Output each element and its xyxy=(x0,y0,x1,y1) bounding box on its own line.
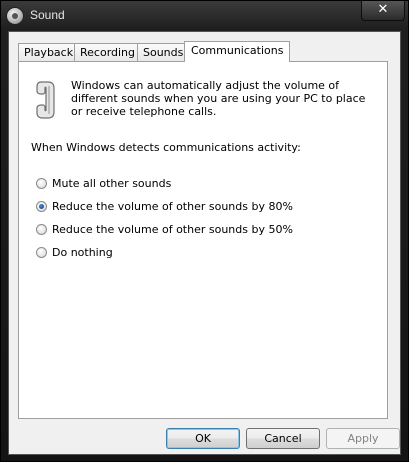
tab-communications[interactable]: Communications xyxy=(184,41,291,62)
option-do-nothing-label: Do nothing xyxy=(52,245,113,259)
speaker-icon xyxy=(7,8,23,24)
radio-reduce-80[interactable] xyxy=(36,200,47,212)
option-reduce-50-label: Reduce the volume of other sounds by 50% xyxy=(52,222,293,236)
tab-sounds[interactable]: Sounds xyxy=(137,43,190,61)
title-bar[interactable]: Sound ✕ xyxy=(1,1,408,31)
communications-description: Windows can automatically adjust the vol… xyxy=(71,79,366,118)
close-button[interactable]: ✕ xyxy=(361,1,405,21)
communications-prompt: When Windows detects communications acti… xyxy=(31,141,301,154)
dialog-client-area: Playback Recording Sounds Communications… xyxy=(8,31,401,455)
apply-button[interactable]: Apply xyxy=(326,428,400,449)
option-do-nothing[interactable]: Do nothing xyxy=(36,245,113,259)
radio-do-nothing[interactable] xyxy=(36,246,47,258)
cancel-button[interactable]: Cancel xyxy=(246,428,320,449)
radio-mute-all[interactable] xyxy=(36,177,47,189)
tab-playback[interactable]: Playback xyxy=(18,43,80,61)
sound-dialog-window: Sound ✕ Playback Recording Sounds Commun… xyxy=(0,0,409,462)
tab-recording[interactable]: Recording xyxy=(74,43,142,61)
radio-reduce-50[interactable] xyxy=(36,223,47,235)
option-reduce-50[interactable]: Reduce the volume of other sounds by 50% xyxy=(36,222,293,236)
option-reduce-80[interactable]: Reduce the volume of other sounds by 80% xyxy=(36,199,293,213)
option-mute-all-label: Mute all other sounds xyxy=(52,176,172,190)
communications-panel: Windows can automatically adjust the vol… xyxy=(18,61,388,419)
window-title: Sound xyxy=(30,8,65,22)
telephone-handset-icon xyxy=(36,81,55,119)
ok-button[interactable]: OK xyxy=(166,428,240,449)
option-reduce-80-label: Reduce the volume of other sounds by 80% xyxy=(52,199,293,213)
option-mute-all[interactable]: Mute all other sounds xyxy=(36,176,171,190)
